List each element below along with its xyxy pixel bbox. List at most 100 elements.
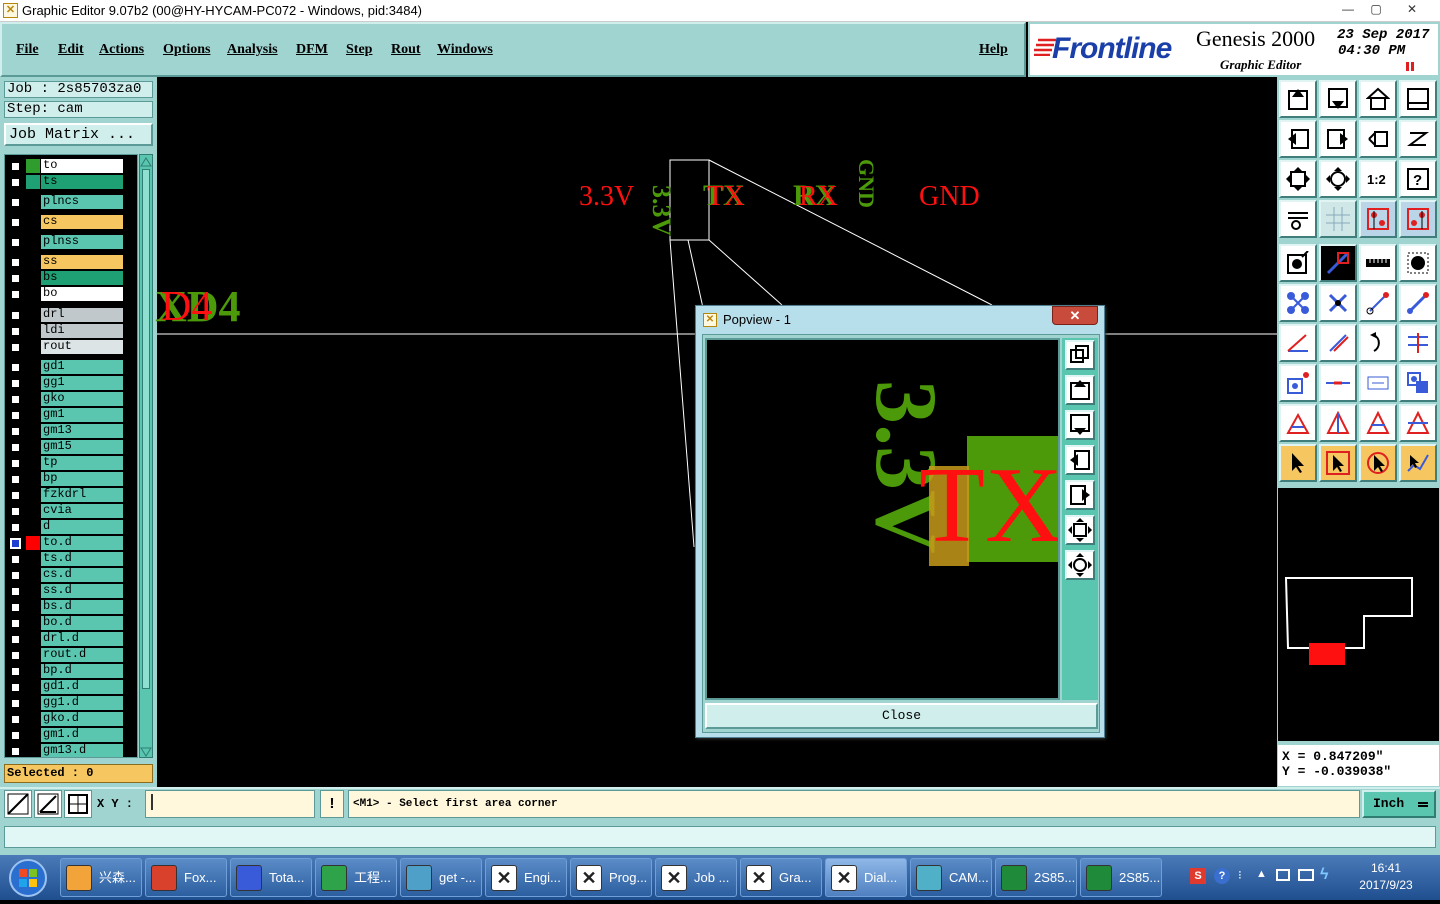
taskbar-item[interactable]: CAM... <box>910 858 992 897</box>
menu-help[interactable]: Help <box>979 42 1008 58</box>
pad-tool-button[interactable] <box>1279 244 1317 282</box>
home-button[interactable] <box>1359 80 1397 118</box>
layer-checkbox[interactable] <box>10 586 21 597</box>
menu-options[interactable]: Options <box>163 42 210 58</box>
triangle-tool-2-button[interactable] <box>1319 404 1357 442</box>
layer-row-ss[interactable]: ss <box>5 254 137 270</box>
layer-name[interactable]: gm15 <box>41 440 123 454</box>
layer-checkbox[interactable] <box>10 197 21 208</box>
layer-row-to-d[interactable]: to.d▦ <box>5 535 137 551</box>
layer-checkbox[interactable] <box>10 570 21 581</box>
taskbar-item[interactable]: 兴森... <box>60 858 142 897</box>
layer-row-rout-d[interactable]: rout.d <box>5 647 137 663</box>
zoom-fit-button[interactable] <box>1279 160 1317 198</box>
layer-row-gm13[interactable]: gm13 <box>5 423 137 439</box>
layer-row-gd1-d[interactable]: gd1.d✎ <box>5 679 137 695</box>
select-path-button[interactable] <box>1399 444 1437 482</box>
layer-checkbox[interactable] <box>10 177 21 188</box>
drill-tool-button[interactable] <box>1399 244 1437 282</box>
layer-checkbox[interactable] <box>10 310 21 321</box>
connect-tool-button[interactable] <box>1279 284 1317 322</box>
popview-fit-button[interactable] <box>1065 515 1095 545</box>
popview-down-button[interactable] <box>1065 410 1095 440</box>
layer-checkbox[interactable] <box>10 634 21 645</box>
grid-button[interactable] <box>1319 200 1357 238</box>
scroll-thumb[interactable] <box>142 169 150 689</box>
layer-row-ss-d[interactable]: ss.d <box>5 583 137 599</box>
zoom-back-button[interactable] <box>1359 120 1397 158</box>
layer-name[interactable]: fzkdrl <box>41 488 123 502</box>
cross-tool-button[interactable] <box>1319 284 1357 322</box>
layer-name[interactable]: rout.d <box>41 648 123 662</box>
menu-analysis[interactable]: Analysis <box>227 42 278 58</box>
window-layout-button[interactable] <box>1399 80 1437 118</box>
layer-name[interactable]: gm13 <box>41 424 123 438</box>
layer-checkbox[interactable] <box>10 410 21 421</box>
popview-close-button[interactable]: Close <box>705 703 1098 729</box>
layer-name[interactable]: ss.d <box>41 584 123 598</box>
layer-display-button[interactable] <box>1359 200 1397 238</box>
line-tool-button[interactable] <box>1359 284 1397 322</box>
layer-row-plnss[interactable]: plnss <box>5 234 137 250</box>
layer-name[interactable]: rout <box>41 340 123 354</box>
job-matrix-button[interactable]: Job Matrix ... <box>4 123 153 146</box>
popview-canvas[interactable]: 3.3V TX <box>705 338 1060 700</box>
pan-right-button[interactable] <box>1319 120 1357 158</box>
layer-name[interactable]: gko <box>41 392 123 406</box>
layer-row-gg1[interactable]: gg1 <box>5 375 137 391</box>
triangle-tool-4-button[interactable] <box>1399 404 1437 442</box>
overview-map[interactable] <box>1277 487 1440 742</box>
box-tool-button[interactable] <box>1359 364 1397 402</box>
layer-row-gm1[interactable]: gm1 <box>5 407 137 423</box>
layer-checkbox[interactable] <box>10 522 21 533</box>
triangle-tool-1-button[interactable] <box>1279 404 1317 442</box>
menu-step[interactable]: Step <box>346 42 372 58</box>
menu-rout[interactable]: Rout <box>391 42 421 58</box>
layer-row-drl-d[interactable]: drl.d <box>5 631 137 647</box>
popview-left-button[interactable] <box>1065 445 1095 475</box>
layer-row-tp[interactable]: tp <box>5 455 137 471</box>
start-button[interactable] <box>2 856 54 899</box>
layer-row-gko[interactable]: gko <box>5 391 137 407</box>
alert-button[interactable]: ! <box>320 790 344 818</box>
layer-checkbox[interactable] <box>10 538 21 549</box>
menu-file[interactable]: File <box>16 42 39 58</box>
layer-checkbox[interactable] <box>10 257 21 268</box>
taskbar-item[interactable]: Tota... <box>230 858 312 897</box>
layer-name[interactable]: bo✎ <box>41 287 123 301</box>
layer-checkbox[interactable] <box>10 458 21 469</box>
popview-right-button[interactable] <box>1065 480 1095 510</box>
layer-name[interactable]: tp <box>41 456 123 470</box>
layer-name[interactable]: to.d▦ <box>41 536 123 550</box>
line-edit-tool-button[interactable] <box>1399 284 1437 322</box>
layer-checkbox[interactable] <box>10 161 21 172</box>
snap-angle-button[interactable] <box>34 790 62 818</box>
layer-row-drl[interactable]: drl <box>5 307 137 323</box>
layer-checkbox[interactable] <box>10 273 21 284</box>
layer-row-gm1-d[interactable]: gm1.d <box>5 727 137 743</box>
layer-row-rout[interactable]: rout <box>5 339 137 355</box>
angle-tool-button[interactable] <box>1279 324 1317 362</box>
layer-name[interactable]: cvia <box>41 504 123 518</box>
layer-row-ts[interactable]: ts <box>5 174 137 190</box>
layer-name[interactable]: gg1 <box>41 376 123 390</box>
taskbar-item[interactable]: Fox... <box>145 858 227 897</box>
layer-checkbox[interactable] <box>10 714 21 725</box>
layer-checkbox[interactable] <box>10 217 21 228</box>
layer-row-bs[interactable]: bs <box>5 270 137 286</box>
help-tray-icon[interactable]: ? <box>1214 868 1230 884</box>
layer-name[interactable]: drl.d <box>41 632 123 646</box>
layer-name[interactable]: gm1.d <box>41 728 123 742</box>
taskbar-item[interactable]: ✕ Prog... <box>570 858 652 897</box>
layer-checkbox[interactable] <box>10 394 21 405</box>
layer-name[interactable]: cs <box>41 215 123 229</box>
layer-row-cvia[interactable]: cvia <box>5 503 137 519</box>
layer-checkbox[interactable] <box>10 698 21 709</box>
taskbar-item[interactable]: get -... <box>400 858 482 897</box>
input-method-icon[interactable]: S <box>1190 868 1206 884</box>
triangle-tool-3-button[interactable] <box>1359 404 1397 442</box>
pad-snap-button[interactable] <box>1279 364 1317 402</box>
layer-row-to[interactable]: to <box>5 158 137 174</box>
step-up-button[interactable] <box>1279 80 1317 118</box>
layer-name[interactable]: bs <box>41 271 123 285</box>
